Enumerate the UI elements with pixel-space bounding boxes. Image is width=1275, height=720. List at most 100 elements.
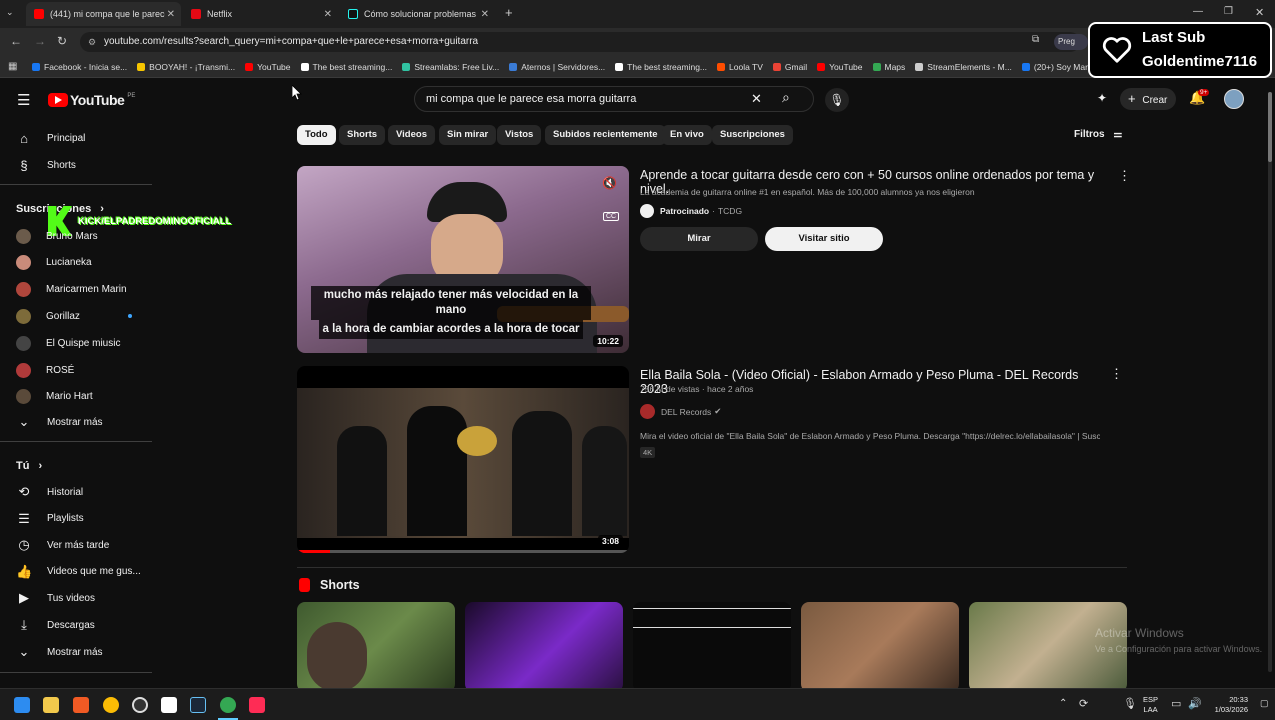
- steam-icon[interactable]: [190, 697, 206, 713]
- close-tab-icon[interactable]: ✕: [481, 9, 489, 20]
- install-app-icon[interactable]: ⧉: [1032, 34, 1039, 45]
- filter-chip[interactable]: Todo: [297, 125, 336, 145]
- minimize-window-icon[interactable]: —: [1193, 6, 1203, 17]
- back-arrow-icon[interactable]: ←: [10, 34, 22, 48]
- filters-button[interactable]: Filtros ⚌: [1074, 129, 1122, 140]
- close-tab-icon[interactable]: ✕: [167, 9, 175, 20]
- bookmark-item[interactable]: BOOYAH! - ¡Transmi...: [137, 62, 235, 72]
- browser-tab-tiktok[interactable]: Cómo solucionar problemas de ✕: [340, 2, 495, 26]
- sidebar-subscription-item[interactable]: Mario Hart: [16, 387, 93, 407]
- bookmark-item[interactable]: Facebook - Inicia se...: [32, 62, 127, 72]
- filter-chip[interactable]: Suscripciones: [712, 125, 793, 145]
- sidebar-item-principal[interactable]: ⌂ Principal: [16, 128, 85, 148]
- more-options-icon[interactable]: ⋮: [1118, 168, 1131, 184]
- chrome-icon[interactable]: [103, 697, 119, 713]
- cast-icon[interactable]: ✦: [1097, 91, 1107, 105]
- search-input[interactable]: mi compa que le parece esa morra guitarr…: [414, 86, 814, 112]
- search-icon[interactable]: ⌕: [782, 89, 790, 106]
- ad-thumbnail[interactable]: 🔇 CC mucho más relajado tener más veloci…: [297, 166, 629, 353]
- forward-arrow-icon[interactable]: →: [34, 34, 46, 48]
- notification-center-icon[interactable]: ▢: [1260, 698, 1269, 709]
- microsoft-store-icon[interactable]: [161, 697, 177, 713]
- you-header[interactable]: Tú ›: [16, 460, 42, 472]
- sidebar-subscription-item[interactable]: ROSÉ: [16, 360, 74, 380]
- bookmark-favicon-icon: [509, 62, 518, 71]
- cc-badge[interactable]: CC: [603, 212, 620, 221]
- tray-microphone-icon[interactable]: 🎙: [1123, 697, 1137, 710]
- bookmark-item[interactable]: StreamElements - M...: [915, 62, 1012, 72]
- tray-chevron-icon[interactable]: ⌃: [1059, 698, 1067, 709]
- bookmark-item[interactable]: Streamlabs: Free Liv...: [402, 62, 499, 72]
- filter-chip[interactable]: Videos: [388, 125, 435, 145]
- close-tab-icon[interactable]: ✕: [324, 9, 332, 20]
- sidebar-show-more-2[interactable]: ⌄ Mostrar más: [16, 642, 103, 662]
- create-button[interactable]: + Crear: [1120, 88, 1176, 110]
- sidebar-show-more[interactable]: ⌄ Mostrar más: [16, 412, 103, 432]
- channel-avatar[interactable]: [640, 204, 654, 218]
- filter-chip[interactable]: Sin mirar: [439, 125, 497, 145]
- sidebar-you-item[interactable]: ◷ Ver más tarde: [16, 535, 109, 555]
- tiktok-icon[interactable]: [249, 697, 265, 713]
- sidebar-you-item[interactable]: ☰ Playlists: [16, 509, 84, 529]
- sidebar-item-shorts[interactable]: § Shorts: [16, 155, 76, 175]
- filter-chip[interactable]: Vistos: [497, 125, 542, 145]
- network-icon[interactable]: ▭: [1171, 697, 1181, 710]
- sidebar-subscription-item[interactable]: Bruno Mars: [16, 226, 98, 246]
- mute-icon[interactable]: 🔇: [602, 176, 617, 190]
- maximize-window-icon[interactable]: ❐: [1224, 6, 1233, 17]
- video-thumbnail[interactable]: 3:08: [297, 366, 629, 553]
- watch-button[interactable]: Mirar: [640, 227, 758, 251]
- sidebar-you-item[interactable]: 👍 Videos que me gus...: [16, 562, 141, 582]
- bookmark-item[interactable]: (20+) Soy Marily: [1021, 62, 1096, 72]
- reload-icon[interactable]: ↻: [57, 34, 67, 48]
- chrome-active-icon[interactable]: [220, 697, 236, 713]
- bookmark-item[interactable]: YouTube: [245, 62, 291, 72]
- clear-search-icon[interactable]: ✕: [751, 87, 762, 111]
- url-input[interactable]: ⚙ youtube.com/results?search_query=mi+co…: [80, 32, 1080, 52]
- filter-chip[interactable]: Subidos recientemente: [545, 125, 666, 145]
- visit-site-button[interactable]: Visitar sitio: [765, 227, 883, 251]
- close-window-icon[interactable]: ✕: [1255, 6, 1264, 19]
- browser-tab-youtube[interactable]: (441) mi compa que le parece ✕: [26, 2, 181, 26]
- windows-start-icon[interactable]: [14, 697, 30, 713]
- sidebar-you-item[interactable]: ▶ Tus videos: [16, 588, 95, 608]
- tray-sync-icon[interactable]: ⟳: [1079, 697, 1088, 710]
- sidebar-subscription-item[interactable]: El Quispe miusic: [16, 333, 120, 353]
- bookmark-item[interactable]: The best streaming...: [300, 62, 392, 72]
- bookmark-item[interactable]: The best streaming...: [615, 62, 707, 72]
- sidebar-you-item[interactable]: ⟲ Historial: [16, 482, 84, 502]
- short-thumbnail[interactable]: [633, 602, 791, 688]
- browser-tab-netflix[interactable]: Netflix ✕: [183, 2, 338, 26]
- apps-grid-icon[interactable]: ▦: [8, 61, 17, 72]
- video-channel-row[interactable]: DEL Records ✔: [640, 404, 721, 419]
- filter-chip[interactable]: Shorts: [339, 125, 386, 145]
- tab-list-chevron-icon[interactable]: ⌄: [6, 7, 14, 18]
- site-info-icon[interactable]: ⚙: [88, 32, 96, 52]
- short-thumbnail[interactable]: [297, 602, 455, 688]
- sidebar-subscription-item[interactable]: Maricarmen Marin: [16, 280, 127, 300]
- file-explorer-icon[interactable]: [43, 697, 59, 713]
- sidebar-subscription-item[interactable]: Gorillaz: [16, 306, 132, 326]
- voice-search-button[interactable]: 🎙: [825, 88, 849, 112]
- sidebar-you-item[interactable]: ⤓ Descargas: [16, 615, 95, 635]
- more-options-icon[interactable]: ⋮: [1110, 366, 1123, 382]
- obs-icon[interactable]: [132, 697, 148, 713]
- page-scrollbar[interactable]: [1268, 92, 1272, 672]
- bookmark-item[interactable]: Loola TV: [717, 62, 763, 72]
- bookmark-item[interactable]: Maps: [872, 62, 905, 72]
- input-language[interactable]: ESP LAA: [1143, 695, 1158, 715]
- bookmark-item[interactable]: Gmail: [772, 62, 807, 72]
- volume-icon[interactable]: 🔊: [1188, 697, 1202, 710]
- profile-chip[interactable]: Preg: [1054, 34, 1088, 50]
- avatar[interactable]: [1224, 89, 1244, 109]
- new-tab-button[interactable]: +: [505, 5, 513, 20]
- brave-browser-icon[interactable]: [73, 697, 89, 713]
- scrollbar-thumb[interactable]: [1268, 92, 1272, 162]
- bookmark-item[interactable]: YouTube: [817, 62, 863, 72]
- filter-chip[interactable]: En vivo: [662, 125, 712, 145]
- clock[interactable]: 20:33 1/03/2026: [1206, 695, 1248, 715]
- short-thumbnail[interactable]: [465, 602, 623, 688]
- short-thumbnail[interactable]: [801, 602, 959, 688]
- bookmark-item[interactable]: Aternos | Servidores...: [509, 62, 605, 72]
- sidebar-subscription-item[interactable]: Lucianeka: [16, 253, 92, 273]
